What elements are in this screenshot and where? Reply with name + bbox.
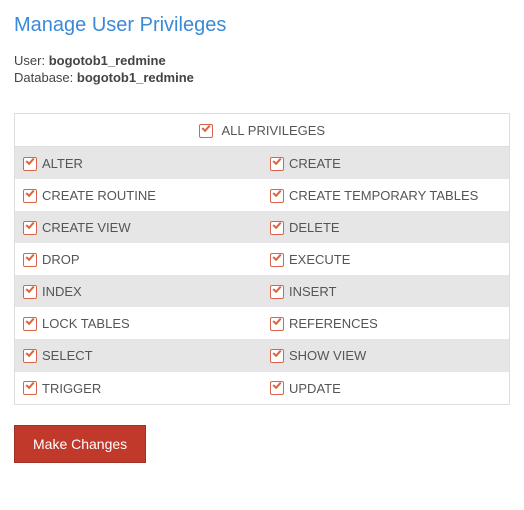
checkbox-icon[interactable] [199,124,213,138]
privilege-label: SHOW VIEW [289,349,366,364]
checkbox-icon[interactable] [23,285,37,299]
checkbox-icon[interactable] [270,157,284,171]
privileges-table: ALL PRIVILEGES ALTER CREATE CREATE ROUTI… [14,113,510,405]
user-label: User: [14,53,45,68]
checkbox-icon[interactable] [23,189,37,203]
checkbox-icon[interactable] [270,221,284,235]
privilege-label: REFERENCES [289,316,378,331]
checkbox-icon[interactable] [23,317,37,331]
checkbox-icon[interactable] [270,253,284,267]
checkbox-icon[interactable] [23,221,37,235]
checkbox-icon[interactable] [23,349,37,363]
privilege-label: DELETE [289,220,340,235]
privilege-label: CREATE [289,156,341,171]
checkbox-icon[interactable] [270,189,284,203]
checkbox-icon[interactable] [23,253,37,267]
user-value: bogotob1_redmine [49,53,166,68]
checkbox-icon[interactable] [270,381,284,395]
table-row: CREATE VIEW DELETE [15,211,510,243]
database-value: bogotob1_redmine [77,70,194,85]
checkbox-icon[interactable] [270,317,284,331]
privilege-label: LOCK TABLES [42,316,130,331]
table-row: INDEX INSERT [15,275,510,307]
privilege-label: CREATE VIEW [42,220,131,235]
checkbox-icon[interactable] [270,349,284,363]
all-privileges-row: ALL PRIVILEGES [15,114,510,147]
privilege-label: EXECUTE [289,252,350,267]
table-row: ALTER CREATE [15,147,510,180]
checkbox-icon[interactable] [270,285,284,299]
table-row: DROP EXECUTE [15,243,510,275]
table-row: TRIGGER UPDATE [15,372,510,405]
database-info-line: Database: bogotob1_redmine [14,70,510,85]
privilege-label: CREATE TEMPORARY TABLES [289,188,478,203]
privilege-label: INDEX [42,284,82,299]
privilege-label: INSERT [289,284,336,299]
privilege-label: DROP [42,252,80,267]
page-title: Manage User Privileges [14,14,510,37]
all-privileges-label: ALL PRIVILEGES [222,123,326,138]
privilege-label: SELECT [42,349,93,364]
database-label: Database: [14,70,73,85]
privilege-label: CREATE ROUTINE [42,188,156,203]
checkbox-icon[interactable] [23,157,37,171]
table-row: CREATE ROUTINE CREATE TEMPORARY TABLES [15,179,510,211]
privilege-label: ALTER [42,156,83,171]
table-row: SELECT SHOW VIEW [15,339,510,371]
table-row: LOCK TABLES REFERENCES [15,307,510,339]
make-changes-button[interactable]: Make Changes [14,425,146,463]
privilege-label: TRIGGER [42,381,101,396]
privilege-label: UPDATE [289,381,341,396]
checkbox-icon[interactable] [23,381,37,395]
user-info-line: User: bogotob1_redmine [14,53,510,68]
